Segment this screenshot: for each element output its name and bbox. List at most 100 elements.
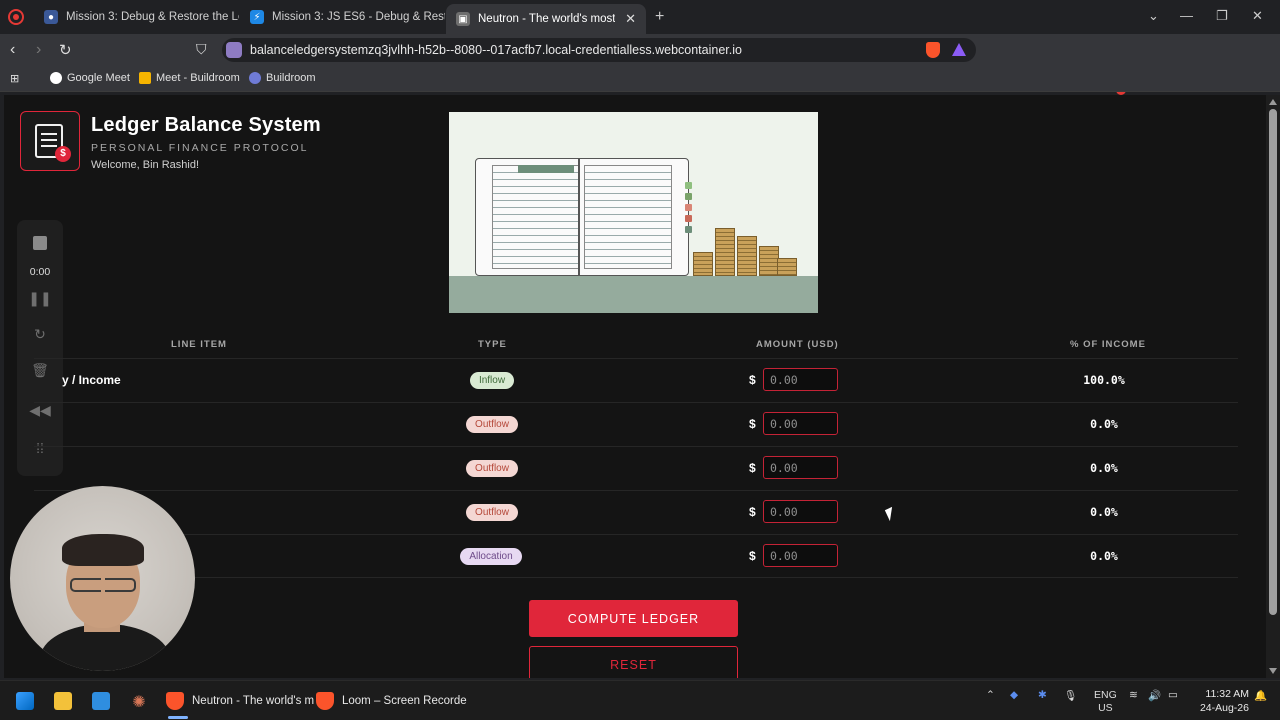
active-app-indicator — [168, 716, 188, 719]
vscode-icon — [92, 692, 110, 710]
amount-input[interactable] — [763, 412, 838, 435]
welcome-message: Welcome, Bin Rashid! — [91, 159, 200, 171]
wifi-icon[interactable]: ≋ — [1129, 689, 1138, 701]
tab-mission-3-es6[interactable]: ⚡ Mission 3: JS ES6 - Debug & Restore — [240, 4, 445, 30]
percent-of-income: 0.0% — [1090, 461, 1118, 475]
percent-of-income: 0.0% — [1090, 417, 1118, 431]
tab-neutron[interactable]: ▣ Neutron - The world's most in ✕ — [446, 4, 646, 34]
reset-button[interactable]: RESET — [529, 646, 738, 678]
table-row: Outflow $ 0.0% — [34, 446, 1238, 490]
bookmark-icon[interactable]: ⛉ — [196, 41, 207, 58]
type-badge-outflow: Outflow — [466, 416, 518, 433]
volume-icon[interactable]: 🔊 — [1148, 689, 1161, 702]
url-text: balanceledgersystemzq3jvlhh-h52b--8080--… — [250, 43, 742, 57]
coin-stack — [759, 246, 779, 276]
scroll-up-arrow-icon[interactable] — [1269, 99, 1277, 105]
coin-stack — [715, 228, 735, 276]
amount-input[interactable] — [763, 500, 838, 523]
percent-of-income: 100.0% — [1083, 373, 1125, 387]
vscode-button[interactable] — [92, 689, 118, 713]
browser-tab-bar: ● Mission 3: Debug & Restore the Ledg ⚡ … — [0, 0, 1280, 34]
coin-stack — [737, 236, 757, 276]
brave-icon — [316, 692, 334, 710]
system-clock[interactable]: 11:32 AM 24-Aug-26 — [1199, 687, 1249, 715]
claude-app-button[interactable]: ✺ — [130, 689, 156, 713]
taskbar-app-brave-neutron[interactable]: Neutron - The world's m — [166, 689, 314, 713]
minimize-button[interactable]: — — [1180, 8, 1193, 23]
webcam-bubble[interactable] — [10, 486, 195, 671]
type-badge-inflow: Inflow — [470, 372, 514, 389]
chevron-up-icon[interactable]: ⌃ — [986, 689, 995, 701]
tray-app-icon[interactable]: ◆ — [1010, 689, 1018, 701]
start-button[interactable] — [16, 689, 42, 713]
bookmark-buildroom[interactable]: Buildroom — [249, 72, 316, 84]
amount-input[interactable] — [763, 368, 838, 391]
column-header-amount: AMOUNT (USD) — [756, 339, 839, 350]
scrollbar-thumb[interactable] — [1269, 109, 1277, 615]
bluetooth-icon[interactable]: ✱ — [1038, 689, 1047, 701]
app-title: Ledger Balance System — [91, 114, 321, 136]
tab-mission-3-ledger[interactable]: ● Mission 3: Debug & Restore the Ledg — [34, 4, 239, 30]
pause-icon[interactable]: ❚❚ — [17, 290, 63, 307]
restore-button[interactable]: ❐ — [1216, 8, 1228, 24]
app-logo: $ — [20, 111, 80, 171]
book-spine — [578, 159, 580, 275]
forward-button[interactable]: › — [36, 41, 41, 59]
amount-input[interactable] — [763, 544, 838, 567]
stop-recording-button[interactable] — [33, 236, 47, 250]
restart-icon[interactable]: ↻ — [17, 326, 63, 343]
back-button[interactable]: ‹ — [10, 41, 15, 59]
folder-icon — [54, 692, 72, 710]
language-indicator[interactable]: ENG US — [1094, 689, 1117, 715]
site-info-icon[interactable] — [226, 42, 242, 58]
amount-input[interactable] — [763, 456, 838, 479]
close-icon[interactable]: ✕ — [625, 11, 636, 27]
brave-shields-icon[interactable] — [926, 42, 940, 58]
tab-label: Neutron - The world's most in — [478, 13, 616, 25]
taskbar-app-label: Loom – Screen Recorde — [342, 695, 467, 707]
brave-rewards-icon[interactable] — [952, 43, 966, 56]
keyboard-region: US — [1098, 702, 1113, 714]
neutron-icon: ▣ — [456, 12, 470, 26]
new-tab-button[interactable]: + — [655, 8, 664, 26]
currency-symbol: $ — [749, 417, 756, 431]
ledger-hero-illustration — [449, 112, 818, 313]
compute-ledger-button[interactable]: COMPUTE LEDGER — [529, 600, 738, 637]
table-row: Outflow $ 0.0% — [34, 402, 1238, 446]
reload-button[interactable]: ↻ — [59, 41, 72, 59]
file-explorer-button[interactable] — [54, 689, 80, 713]
bookmark-google-meet[interactable]: Google Meet — [50, 72, 130, 84]
buildroom-icon — [249, 72, 261, 84]
apps-grid-icon[interactable]: ⊞ — [10, 72, 19, 85]
bookmark-meet-buildroom[interactable]: Meet - Buildroom — [139, 72, 240, 84]
ledger-header-bar — [518, 165, 574, 173]
battery-icon[interactable]: ▭ — [1168, 689, 1178, 701]
table-row: Outflow $ 0.0% — [34, 490, 1238, 534]
coin-stack — [777, 258, 797, 276]
windows-logo-icon — [16, 692, 34, 710]
clock-date: 24-Aug-26 — [1199, 702, 1249, 714]
scroll-down-arrow-icon[interactable] — [1269, 668, 1277, 674]
type-badge-allocation: Allocation — [460, 548, 522, 565]
bookmark-label: Buildroom — [266, 72, 316, 84]
currency-symbol: $ — [749, 373, 756, 387]
app-subtitle: PERSONAL FINANCE PROTOCOL — [91, 142, 309, 154]
chevron-down-icon[interactable]: ⌄ — [1148, 8, 1159, 24]
ledger-page-right — [584, 165, 672, 269]
book-tabs — [685, 182, 692, 237]
taskbar-app-loom[interactable]: Loom – Screen Recorde — [316, 689, 467, 713]
table-row: y / Income Inflow $ 100.0% — [34, 358, 1238, 402]
ledger-page-left — [492, 165, 580, 269]
microphone-icon[interactable]: 🎙 — [1064, 689, 1077, 702]
url-bar[interactable]: balanceledgersystemzq3jvlhh-h52b--8080--… — [222, 38, 976, 62]
taskbar-app-label: Neutron - The world's m — [192, 695, 315, 707]
tab-label: Mission 3: Debug & Restore the Ledg — [66, 11, 239, 23]
percent-of-income: 0.0% — [1090, 549, 1118, 563]
notification-bell-icon[interactable]: 🔔 — [1254, 689, 1267, 702]
window-close-button[interactable]: ✕ — [1252, 8, 1263, 24]
line-item-label: y / Income — [62, 373, 121, 387]
column-header-line-item: LINE ITEM — [171, 339, 227, 350]
page-scrollbar[interactable] — [1266, 95, 1280, 678]
brave-icon — [166, 692, 184, 710]
column-header-pct: % OF INCOME — [1070, 339, 1146, 350]
